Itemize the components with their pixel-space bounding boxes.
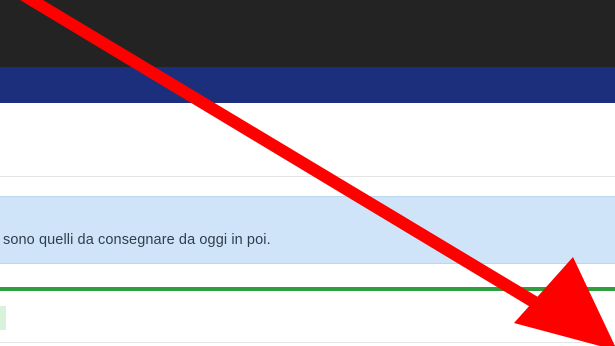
success-panel-border <box>0 287 615 291</box>
navigation-bar <box>0 67 615 103</box>
section-divider <box>0 176 615 177</box>
panel-bottom-border <box>0 342 615 343</box>
top-bar <box>0 0 615 67</box>
info-alert <box>0 196 615 264</box>
success-panel-tab <box>0 306 6 330</box>
info-alert-text: sono quelli da consegnare da oggi in poi… <box>3 232 271 248</box>
